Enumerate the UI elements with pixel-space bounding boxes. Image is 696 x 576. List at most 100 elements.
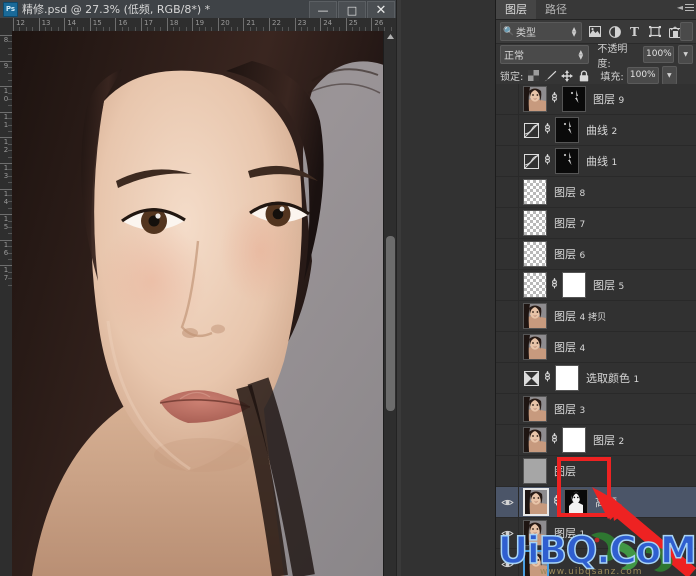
layer-thumbnail[interactable] xyxy=(523,241,547,267)
layer-visibility-toggle[interactable] xyxy=(496,270,519,300)
layer-mask-thumbnail[interactable] xyxy=(555,365,579,391)
layer-row[interactable]: 图层 5 xyxy=(496,270,696,301)
canvas-area[interactable] xyxy=(12,31,396,576)
type-filter-icon[interactable]: T xyxy=(627,24,642,40)
layer-thumbnail[interactable] xyxy=(523,272,547,298)
layer-mask-thumbnail[interactable] xyxy=(562,427,586,453)
layer-mask-link-icon[interactable] xyxy=(550,278,559,292)
layer-mask-link-icon[interactable] xyxy=(543,123,552,137)
layer-visibility-toggle[interactable] xyxy=(496,115,519,145)
updown-stepper-icon[interactable]: ▲▼ xyxy=(576,50,585,60)
layer-thumbnail[interactable] xyxy=(523,210,547,236)
canvas-vertical-scrollbar[interactable] xyxy=(383,31,396,576)
horizontal-ruler[interactable]: 121314151617181920212223242526 xyxy=(12,18,396,32)
scroll-up-icon[interactable] xyxy=(385,31,395,41)
layer-visibility-toggle[interactable] xyxy=(496,425,519,455)
layer-mask-link-icon[interactable] xyxy=(550,92,559,106)
fill-value[interactable]: 100% xyxy=(627,67,659,84)
layer-name[interactable]: 图层 3 xyxy=(547,401,585,417)
opacity-chevron-down-icon[interactable]: ▼ xyxy=(678,45,693,64)
layer-mask-link-icon[interactable] xyxy=(543,371,552,385)
layer-thumbnail[interactable] xyxy=(523,303,547,329)
fill-chevron-down-icon[interactable]: ▼ xyxy=(662,66,677,85)
layer-name[interactable]: 图层 xyxy=(547,463,576,479)
layer-thumbnail[interactable] xyxy=(523,427,547,453)
layer-visibility-toggle[interactable] xyxy=(496,177,519,207)
layer-row[interactable]: 图层 3 xyxy=(496,394,696,425)
document-titlebar[interactable]: Ps 精修.psd @ 27.3% (低频, RGB/8*) * — □ ✕ xyxy=(0,0,396,19)
layer-name[interactable]: 图层 8 xyxy=(547,184,585,200)
layer-mask-link-icon[interactable] xyxy=(543,154,552,168)
layer-row[interactable]: 图层 2 xyxy=(496,425,696,456)
selective-color-adjustment-icon[interactable] xyxy=(523,370,540,387)
layer-visibility-toggle[interactable] xyxy=(496,239,519,269)
layer-row[interactable]: 图层 6 xyxy=(496,239,696,270)
layer-mask-link-icon[interactable] xyxy=(550,433,559,447)
layer-mask-thumbnail[interactable] xyxy=(562,272,586,298)
tab-paths[interactable]: 路径 xyxy=(536,0,576,19)
layer-name[interactable]: 曲线 1 xyxy=(579,153,617,169)
layer-row[interactable]: 图层 4 xyxy=(496,332,696,363)
adjustment-filter-icon[interactable] xyxy=(607,24,622,40)
curves-adjustment-icon[interactable] xyxy=(523,122,540,139)
layer-name[interactable]: 曲线 2 xyxy=(579,122,617,138)
layer-name[interactable]: 图层 4 xyxy=(547,339,585,355)
updown-stepper-icon[interactable]: ▲▼ xyxy=(569,27,579,37)
layer-row[interactable]: 图层 7 xyxy=(496,208,696,239)
layer-mask-thumbnail[interactable] xyxy=(562,86,586,112)
layer-visibility-toggle[interactable] xyxy=(496,394,519,424)
layer-row[interactable]: 曲线 1 xyxy=(496,146,696,177)
layer-row[interactable]: 选取颜色 1 xyxy=(496,363,696,394)
layer-name[interactable]: 图层 2 xyxy=(586,432,624,448)
filter-enable-toggle[interactable] xyxy=(680,22,693,41)
layer-mask-link-icon[interactable] xyxy=(552,495,561,509)
lock-transparent-pixels-icon[interactable] xyxy=(526,69,540,83)
layer-name[interactable]: 图层 6 xyxy=(547,246,585,262)
layer-visibility-toggle[interactable] xyxy=(496,146,519,176)
maximize-button[interactable]: □ xyxy=(338,1,366,19)
layer-visibility-toggle[interactable] xyxy=(496,332,519,362)
layer-name[interactable]: 图层 7 xyxy=(547,215,585,231)
layer-name[interactable]: 图层 4 拷贝 xyxy=(547,308,606,324)
layer-name[interactable]: 选取颜色 1 xyxy=(579,370,639,386)
layer-mask-thumbnail[interactable] xyxy=(555,117,579,143)
layer-thumbnail[interactable] xyxy=(523,86,547,112)
layer-name[interactable]: 图层 5 xyxy=(586,277,624,293)
curves-adjustment-icon[interactable] xyxy=(523,153,540,170)
layer-mask-thumbnail[interactable] xyxy=(564,489,588,515)
watermark: UiBQ.CoM www.uibqsanz.com xyxy=(496,527,696,576)
panel-divider[interactable] xyxy=(397,0,401,576)
layer-row[interactable]: 图层 9 xyxy=(496,84,696,115)
canvas-scroll-thumb[interactable] xyxy=(386,236,395,411)
layer-thumbnail[interactable] xyxy=(523,458,547,484)
layer-visibility-toggle[interactable] xyxy=(496,208,519,238)
layer-row[interactable]: 图层 8 xyxy=(496,177,696,208)
filter-kind-select[interactable]: 🔍 类型 ▲▼ xyxy=(500,22,582,41)
close-button[interactable]: ✕ xyxy=(367,1,395,19)
layer-visibility-toggle[interactable] xyxy=(496,456,519,486)
blend-mode-select[interactable]: 正常 ▲▼ xyxy=(500,45,589,64)
lock-all-icon[interactable] xyxy=(577,69,591,83)
layer-visibility-toggle[interactable] xyxy=(496,363,519,393)
opacity-value[interactable]: 100% xyxy=(643,46,674,63)
lock-image-pixels-icon[interactable] xyxy=(543,69,557,83)
layer-row[interactable]: 曲线 2 xyxy=(496,115,696,146)
layer-thumbnail[interactable] xyxy=(523,179,547,205)
shape-filter-icon[interactable] xyxy=(647,24,662,40)
layer-row[interactable]: 图层 xyxy=(496,456,696,487)
layer-thumbnail[interactable] xyxy=(523,334,547,360)
layer-visibility-toggle[interactable] xyxy=(496,84,519,114)
lock-position-icon[interactable] xyxy=(560,69,574,83)
layer-mask-thumbnail[interactable] xyxy=(555,148,579,174)
layer-visibility-toggle[interactable] xyxy=(496,301,519,331)
pixel-filter-icon[interactable] xyxy=(587,24,602,40)
layer-visibility-toggle[interactable] xyxy=(496,487,519,517)
minimize-button[interactable]: — xyxy=(309,1,337,19)
layer-thumbnail[interactable] xyxy=(523,396,547,422)
layer-row[interactable]: 图层 4 拷贝 xyxy=(496,301,696,332)
panel-tab-bar: 图层 路径 ◄ xyxy=(496,0,696,20)
tab-layers[interactable]: 图层 xyxy=(496,0,536,19)
layer-thumbnail[interactable] xyxy=(523,488,549,516)
panel-menu-icon[interactable]: ◄ xyxy=(677,3,694,12)
layer-name[interactable]: 图层 9 xyxy=(586,91,624,107)
